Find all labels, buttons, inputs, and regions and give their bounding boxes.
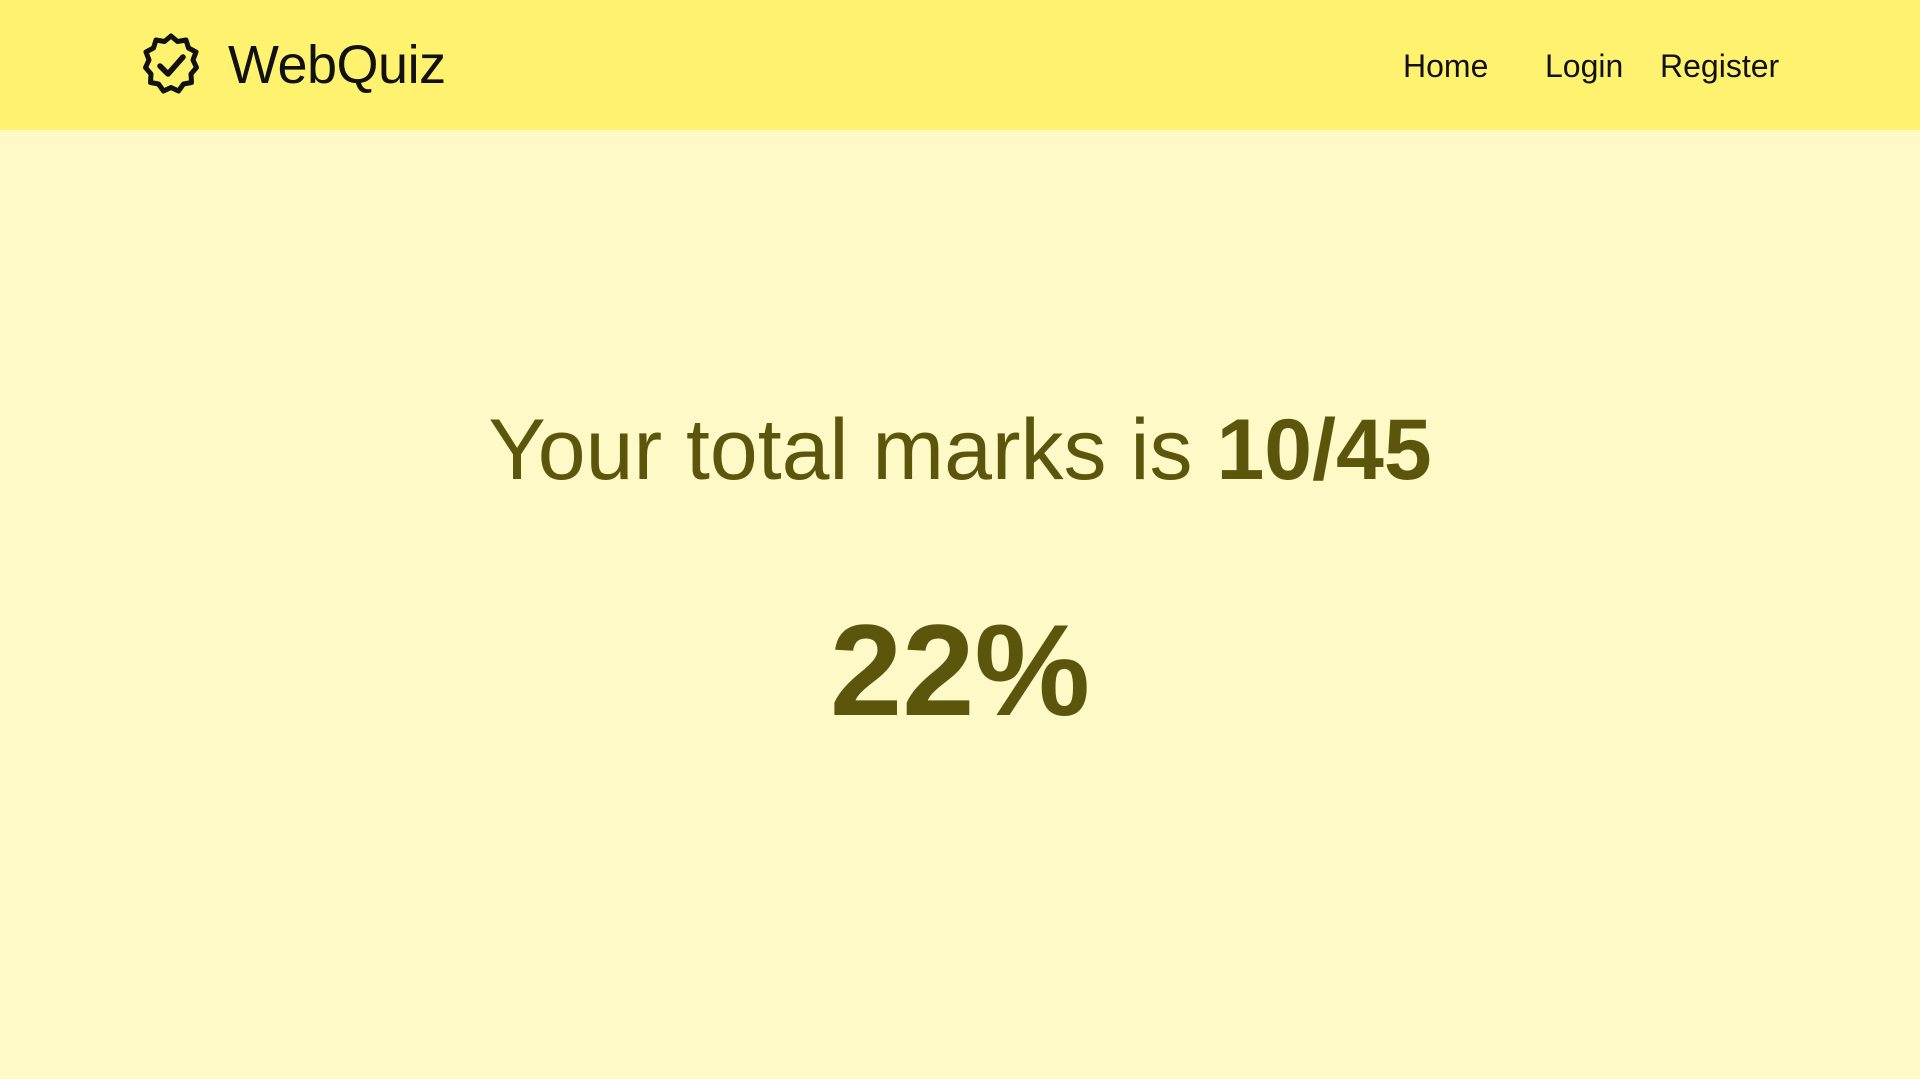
brand-name: WebQuiz	[228, 35, 446, 95]
brand-link[interactable]: WebQuiz	[138, 32, 446, 98]
total-marks-line: Your total marks is 10/45	[0, 400, 1920, 500]
total-marks-score: 10/45	[1216, 402, 1432, 498]
nav-register-link[interactable]: Register	[1660, 44, 1779, 88]
badge-check-icon	[138, 32, 204, 98]
nav-home-link[interactable]: Home	[1403, 44, 1488, 88]
navbar: WebQuiz Home Login Register	[0, 0, 1920, 130]
nav-login-link[interactable]: Login	[1545, 44, 1623, 88]
score-percentage: 22%	[829, 597, 1091, 743]
total-marks-label: Your total marks is	[488, 402, 1217, 498]
